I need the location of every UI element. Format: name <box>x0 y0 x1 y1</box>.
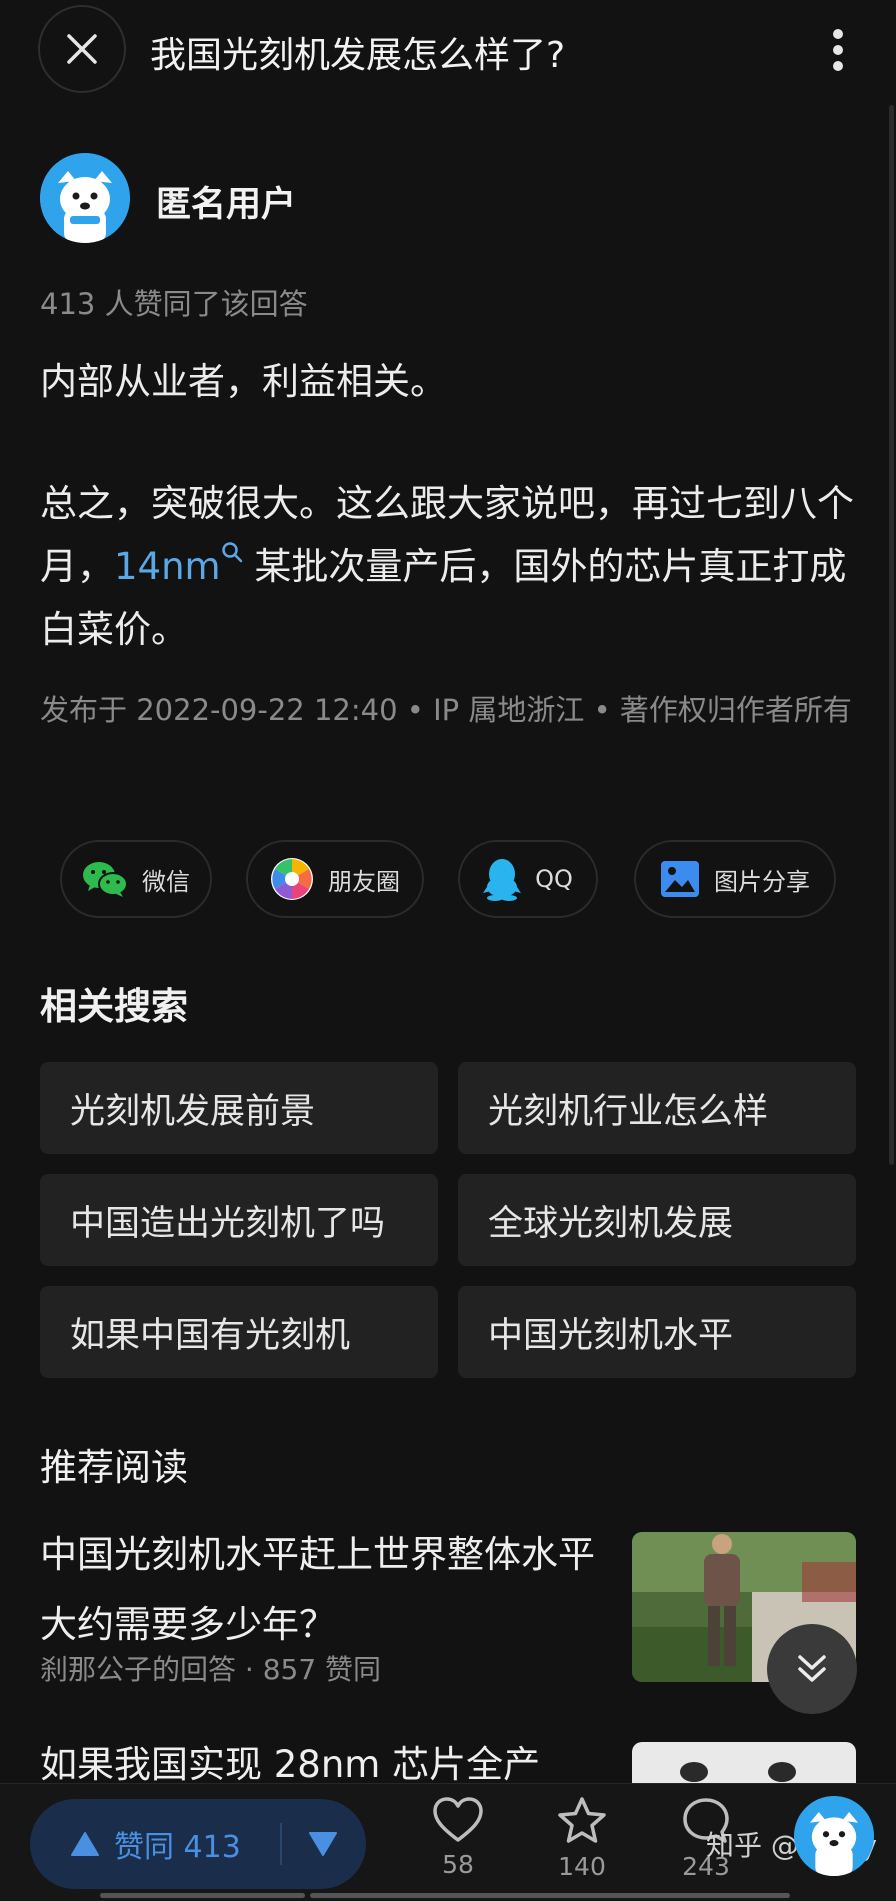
triangle-up-icon <box>71 1832 99 1856</box>
publish-meta: 发布于 2022-09-22 12:40 • IP 属地浙江 • 著作权归作者所… <box>40 693 852 727</box>
share-wechat-button[interactable]: 微信 <box>60 840 212 918</box>
search-icon <box>221 542 242 563</box>
related-search-chip[interactable]: 光刻机发展前景 <box>40 1062 438 1154</box>
share-image-label: 图片分享 <box>714 867 810 896</box>
scrollbar[interactable] <box>889 105 894 1165</box>
recommend-item-title[interactable]: 中国光刻机水平赶上世界整体水平大约需要多少年？ <box>40 1520 620 1660</box>
scroll-down-button[interactable] <box>767 1624 857 1714</box>
wechat-icon <box>83 862 128 897</box>
close-button[interactable] <box>38 5 126 93</box>
share-moments-button[interactable]: 朋友圈 <box>246 840 424 918</box>
user-avatar[interactable] <box>794 1796 874 1876</box>
triangle-down-icon <box>309 1832 337 1856</box>
related-search-title: 相关搜索 <box>40 985 188 1028</box>
top-bar: 我国光刻机发展怎么样了? <box>0 0 896 100</box>
home-indicator <box>310 1893 790 1898</box>
author-name[interactable]: 匿名用户 <box>156 176 296 227</box>
more-button[interactable] <box>820 20 856 80</box>
qq-icon <box>483 859 522 901</box>
related-search-chip[interactable]: 中国造出光刻机了吗 <box>40 1174 438 1266</box>
recommend-item-thumbnail[interactable] <box>632 1742 856 1784</box>
search-link[interactable]: 14nm <box>114 542 243 588</box>
star-icon <box>558 1797 606 1843</box>
more-vertical-icon <box>833 29 843 71</box>
bottom-action-bar: 赞同 413 58 140 243 知乎 @ccccy <box>0 1783 896 1901</box>
favorite-button[interactable]: 140 <box>537 1796 627 1881</box>
like-count: 58 <box>442 1850 474 1879</box>
vote-up-label: 赞同 413 <box>114 1830 241 1865</box>
home-indicator <box>100 1893 305 1898</box>
page-title: 我国光刻机发展怎么样了? <box>150 35 566 76</box>
heart-icon <box>433 1797 483 1842</box>
vote-divider <box>280 1823 282 1865</box>
recommend-item-meta: 刹那公子的回答 · 857 赞同 <box>40 1653 382 1686</box>
share-qq-label: QQ <box>535 865 573 893</box>
author-avatar[interactable] <box>40 153 130 243</box>
search-link-text: 14nm <box>114 545 221 588</box>
anonymous-avatar-icon <box>40 153 130 243</box>
recommend-title: 推荐阅读 <box>40 1446 188 1489</box>
share-moments-label: 朋友圈 <box>328 867 400 896</box>
close-icon <box>67 34 97 64</box>
share-image-button[interactable]: 图片分享 <box>634 840 836 918</box>
anonymous-avatar-icon <box>794 1796 874 1876</box>
like-button[interactable]: 58 <box>413 1796 503 1879</box>
chevron-double-down-icon <box>798 1655 826 1682</box>
moments-icon <box>271 858 313 900</box>
favorite-count: 140 <box>558 1852 606 1881</box>
vote-pill: 赞同 413 <box>30 1799 366 1889</box>
share-wechat-label: 微信 <box>142 867 190 896</box>
image-share-icon <box>661 861 699 897</box>
agree-count-text: 413 人赞同了该回答 <box>40 287 308 321</box>
related-search-chip[interactable]: 如果中国有光刻机 <box>40 1286 438 1378</box>
answer-paragraph-1: 内部从业者，利益相关。 <box>40 360 447 403</box>
related-search-chip[interactable]: 全球光刻机发展 <box>458 1174 856 1266</box>
vote-down-button[interactable] <box>300 1821 346 1867</box>
related-search-chip[interactable]: 光刻机行业怎么样 <box>458 1062 856 1154</box>
share-qq-button[interactable]: QQ <box>458 840 598 918</box>
answer-paragraph-2: 总之，突破很大。这么跟大家说吧，再过七到八个月，14nm 某批次量产后，国外的芯… <box>40 472 870 661</box>
related-search-chip[interactable]: 中国光刻机水平 <box>458 1286 856 1378</box>
vote-up-button[interactable]: 赞同 413 <box>70 1799 241 1889</box>
photo-thumbnail <box>632 1742 856 1784</box>
